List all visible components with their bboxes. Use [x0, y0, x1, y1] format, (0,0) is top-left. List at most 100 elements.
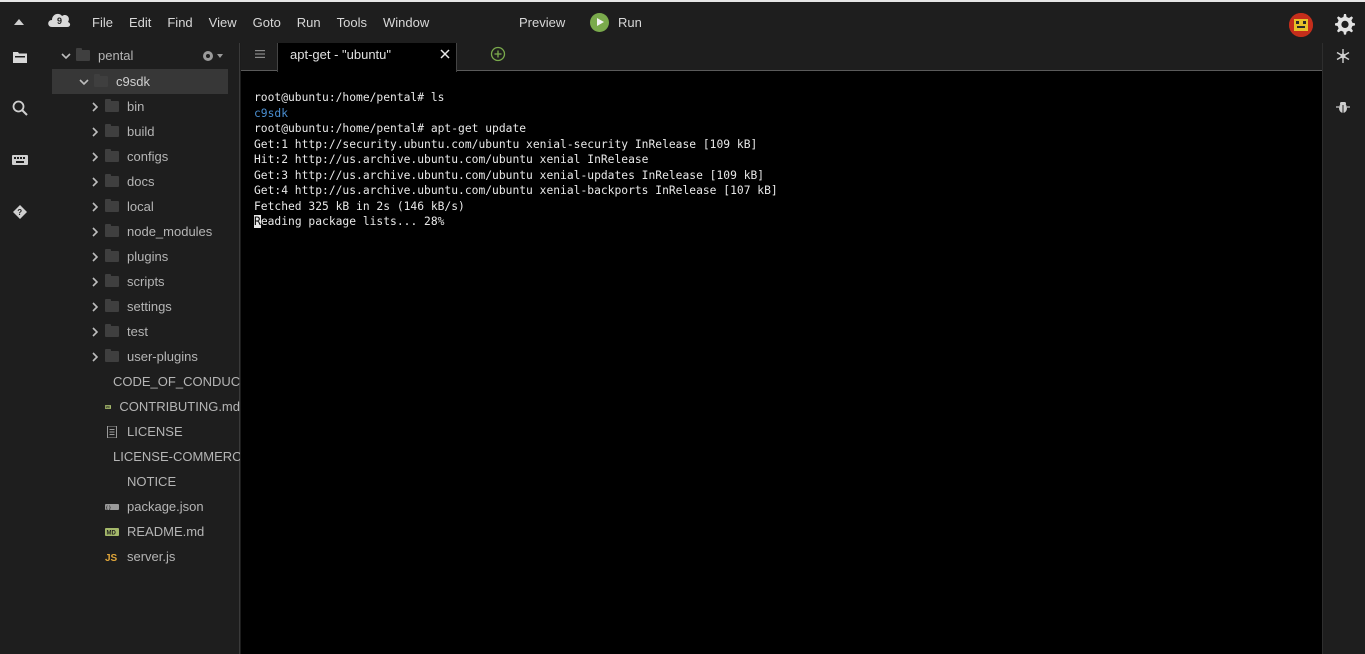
tree-settings-gear-icon[interactable]	[201, 49, 225, 63]
terminal-line: Reading package lists... 28%	[254, 214, 778, 230]
file-tree: pental c9sdk bin build configs docs local nod…	[40, 43, 240, 654]
tree-folder-build[interactable]: build	[40, 119, 240, 144]
tree-folder-plugins[interactable]: plugins	[40, 244, 240, 269]
js-icon: JS	[105, 553, 118, 563]
folder-tree-icon[interactable]	[11, 48, 29, 66]
menu-window[interactable]: Window	[375, 14, 437, 32]
tree-file[interactable]: MDCODE_OF_CONDUCT.md	[40, 369, 240, 394]
chevron-right-icon	[92, 251, 99, 262]
terminal-line: c9sdk	[254, 106, 289, 120]
search-icon[interactable]	[11, 99, 29, 117]
tree-folder-scripts[interactable]: scripts	[40, 269, 240, 294]
json-icon: { }	[105, 503, 119, 510]
terminal-line: Get:3 http://us.archive.ubuntu.com/ubunt…	[254, 168, 765, 182]
avatar-pixel-icon	[1289, 13, 1313, 37]
menu-find[interactable]: Find	[159, 14, 200, 32]
cloud9-logo-icon[interactable]: 9	[46, 10, 72, 30]
menu-view[interactable]: View	[201, 14, 245, 32]
hamburger-menu-icon[interactable]	[255, 49, 265, 59]
terminal-cursor: R	[254, 215, 261, 228]
tree-file[interactable]: MD README.md	[40, 519, 240, 544]
tree-file-label: CODE_OF_CONDUCT.md	[113, 374, 240, 389]
terminal-line: root@ubuntu:/home/pental# apt-get update	[254, 122, 527, 135]
tree-folder-test[interactable]: test	[40, 319, 240, 344]
svg-text:MD: MD	[106, 405, 110, 409]
tree-file-label: CONTRIBUTING.md	[119, 399, 240, 414]
gear-icon[interactable]	[1332, 12, 1356, 36]
tree-folder-user-plugins[interactable]: user-plugins	[40, 344, 240, 369]
right-icon-rail	[1322, 43, 1365, 654]
svg-text:{ }: { }	[106, 505, 111, 510]
tree-folder-label: node_modules	[127, 224, 213, 239]
tree-folder-settings[interactable]: settings	[40, 294, 240, 319]
tree-file[interactable]: NOTICE	[40, 469, 240, 494]
markdown-icon: MD	[105, 527, 119, 536]
tree-root-label: pental	[98, 48, 134, 63]
folder-icon	[105, 299, 119, 312]
document-icon	[107, 425, 117, 438]
folder-icon	[105, 249, 119, 262]
close-icon[interactable]	[439, 48, 451, 60]
play-icon	[590, 13, 609, 32]
menu-tools[interactable]: Tools	[329, 14, 375, 32]
add-tab-icon[interactable]	[490, 46, 506, 62]
tree-folder-label: configs	[127, 149, 169, 164]
tree-folder-docs[interactable]: docs	[40, 169, 240, 194]
tree-project[interactable]: c9sdk	[52, 69, 228, 94]
tab-title: apt-get - "ubuntu"	[290, 47, 392, 62]
terminal-line: Get:4 http://us.archive.ubuntu.com/ubunt…	[254, 184, 778, 197]
folder-icon	[94, 74, 108, 87]
keyboard-icon[interactable]	[11, 151, 29, 169]
tree-project-label: c9sdk	[116, 74, 150, 89]
menu-edit[interactable]: Edit	[121, 14, 159, 32]
tree-folder-node_modules[interactable]: node_modules	[40, 219, 240, 244]
terminal-line: Fetched 325 kB in 2s (146 kB/s)	[254, 199, 465, 213]
chevron-right-icon	[92, 201, 99, 212]
collapse-up-icon[interactable]	[12, 16, 26, 28]
folder-icon	[105, 224, 119, 237]
blank-file-icon	[105, 476, 119, 488]
tab-terminal[interactable]: apt-get - "ubuntu"	[277, 43, 457, 72]
folder-icon	[105, 174, 119, 187]
tab-bar: apt-get - "ubuntu"	[241, 43, 1322, 72]
tree-file-label: LICENSE-COMMERCIAL	[113, 449, 240, 464]
menu-run[interactable]: Run	[289, 14, 329, 32]
chevron-right-icon	[92, 276, 99, 287]
tree-file-label: package.json	[127, 499, 204, 514]
folder-icon	[105, 324, 119, 337]
menu-goto[interactable]: Goto	[245, 14, 289, 32]
chevron-right-icon	[92, 226, 99, 237]
svg-text:9: 9	[57, 16, 62, 26]
tree-folder-label: bin	[127, 99, 145, 114]
folder-icon	[105, 199, 119, 212]
tree-file[interactable]: { } package.json	[40, 494, 240, 519]
tree-folder-bin[interactable]: bin	[40, 94, 240, 119]
svg-text:JS: JS	[105, 553, 118, 563]
folder-icon	[105, 274, 119, 287]
navigate-icon[interactable]: ?	[11, 203, 29, 221]
tree-file-label: NOTICE	[127, 474, 177, 489]
tree-file[interactable]: MD CONTRIBUTING.md	[40, 394, 240, 419]
tree-file-label: server.js	[127, 549, 176, 564]
preview-button[interactable]: Preview	[511, 14, 573, 32]
tree-file[interactable]: JS server.js	[40, 544, 240, 569]
tree-folder-label: scripts	[127, 274, 165, 289]
chevron-right-icon	[92, 126, 99, 137]
folder-icon	[105, 124, 119, 137]
editor-pane: apt-get - "ubuntu" root@ubuntu:/home/pen…	[241, 43, 1322, 654]
terminal-output[interactable]: root@ubuntu:/home/pental# ls c9sdk root@ub…	[254, 90, 778, 230]
debugger-bug-icon[interactable]	[1336, 100, 1350, 114]
chevron-right-icon	[92, 176, 99, 187]
tree-folder-label: local	[127, 199, 154, 214]
tree-file[interactable]: LICENSE-COMMERCIAL	[40, 444, 240, 469]
menu-file[interactable]: File	[84, 14, 121, 32]
run-button[interactable]: Run	[590, 13, 642, 32]
collaborate-icon[interactable]	[1335, 48, 1351, 64]
tree-file[interactable]: LICENSE	[40, 419, 240, 444]
tree-folder-configs[interactable]: configs	[40, 144, 240, 169]
tree-folder-local[interactable]: local	[40, 194, 240, 219]
tree-folder-label: docs	[127, 174, 155, 189]
avatar[interactable]	[1289, 13, 1313, 37]
tree-folder-label: build	[127, 124, 155, 139]
run-button-label: Run	[618, 15, 642, 30]
